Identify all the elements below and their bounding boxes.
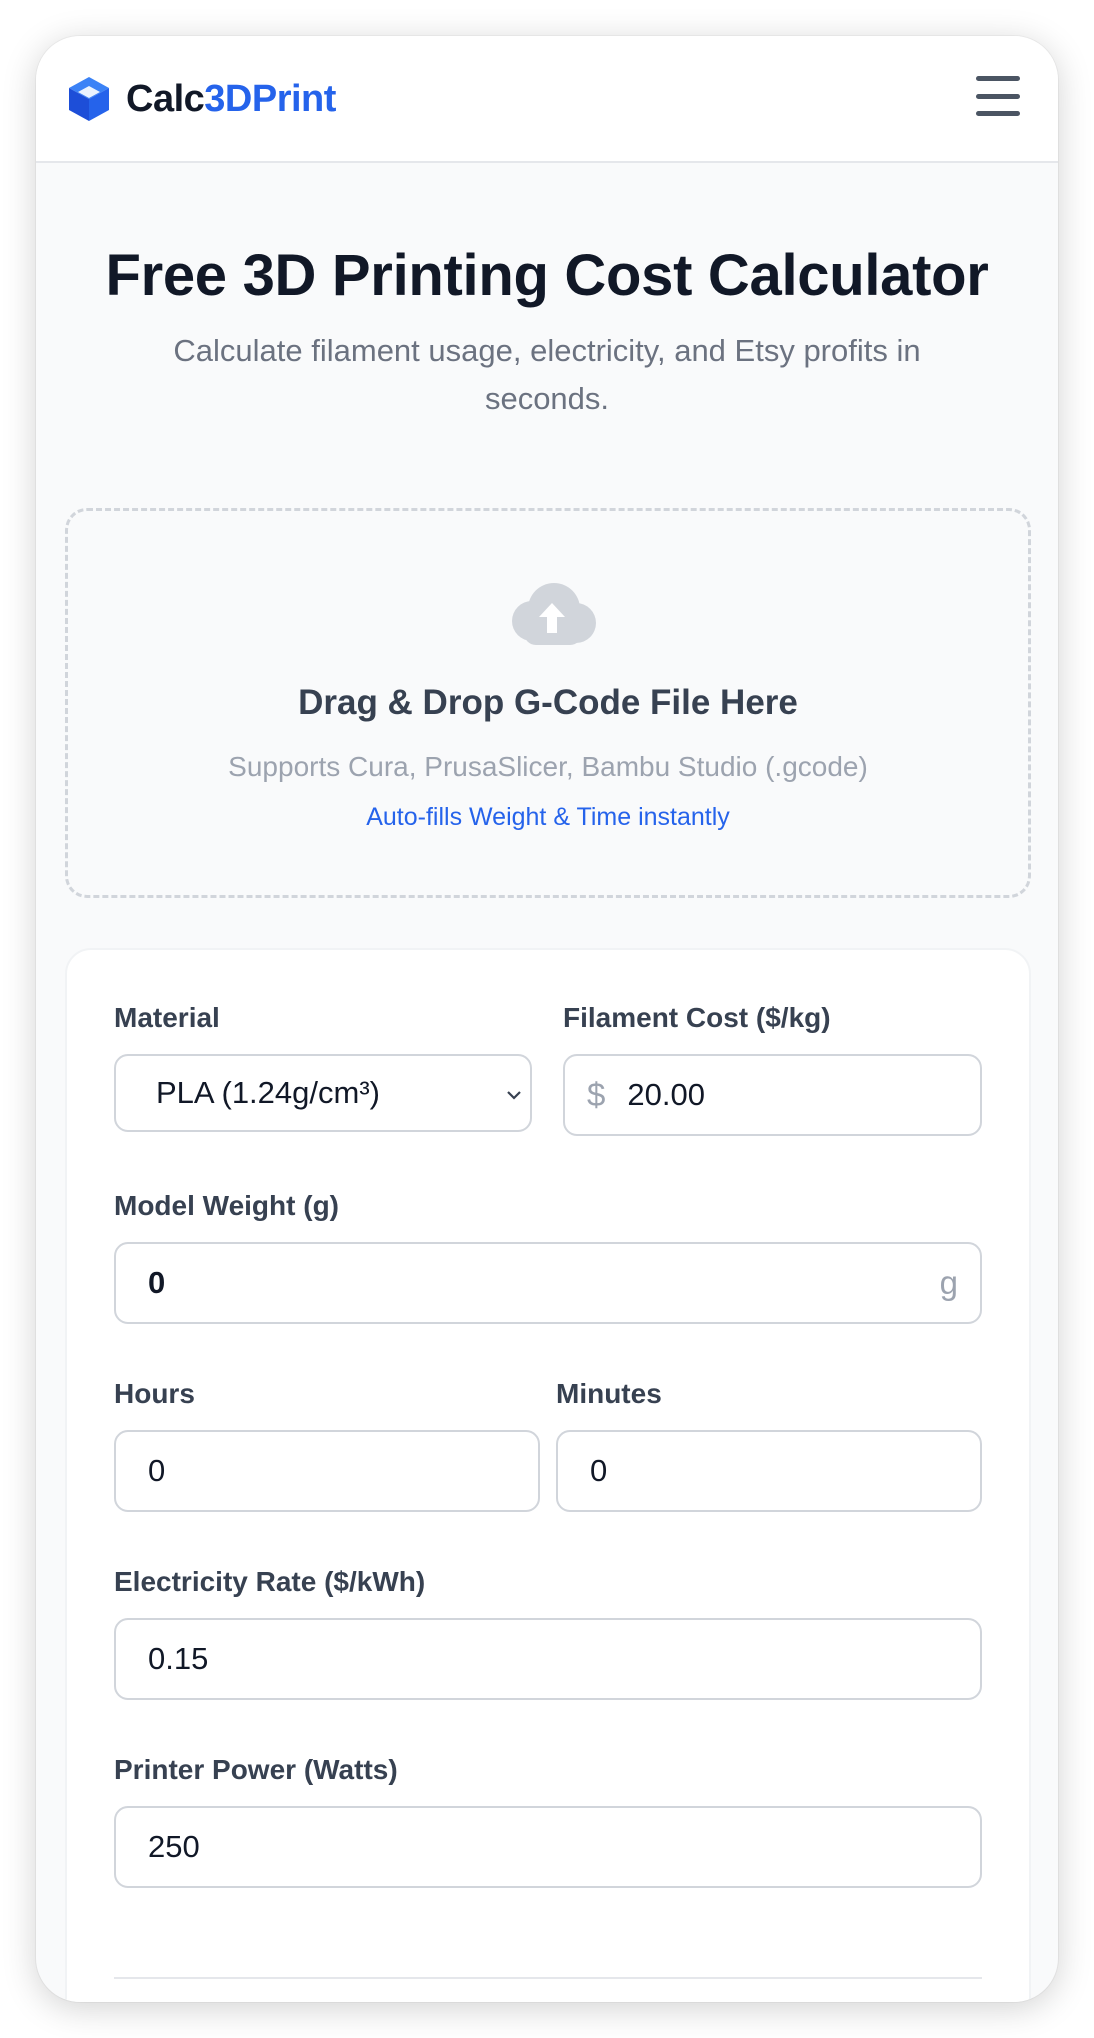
model-weight-label: Model Weight (g) bbox=[114, 1190, 339, 1221]
material-value: PLA (1.24g/cm³) bbox=[156, 1075, 380, 1110]
brand-logo[interactable]: Calc3DPrint bbox=[64, 74, 336, 124]
hours-value: 0 bbox=[148, 1453, 166, 1488]
model-weight-input[interactable]: 0 g bbox=[114, 1242, 982, 1324]
menu-bar bbox=[976, 93, 1020, 99]
printer-power-value: 250 bbox=[148, 1829, 200, 1864]
hamburger-menu-icon[interactable] bbox=[976, 76, 1020, 116]
minutes-label: Minutes bbox=[556, 1378, 662, 1409]
filament-cost-value: 20.00 bbox=[627, 1077, 705, 1112]
material-label: Material bbox=[114, 1002, 220, 1033]
hours-label: Hours bbox=[114, 1378, 195, 1409]
section-divider bbox=[114, 1977, 982, 1979]
menu-bar bbox=[976, 76, 1020, 81]
brand-name-part1: Calc bbox=[126, 77, 205, 120]
cloud-upload-icon bbox=[512, 583, 596, 645]
electricity-rate-label: Electricity Rate ($/kWh) bbox=[114, 1566, 426, 1597]
printer-power-input[interactable]: 250 bbox=[114, 1806, 982, 1888]
material-select[interactable]: PLA (1.24g/cm³) bbox=[114, 1054, 532, 1132]
page-title: Free 3D Printing Cost Calculator bbox=[105, 243, 989, 308]
filament-cost-label: Filament Cost ($/kg) bbox=[563, 1002, 831, 1033]
printer-power-label: Printer Power (Watts) bbox=[114, 1754, 398, 1785]
unit-suffix: g bbox=[939, 1264, 958, 1301]
hero-section: Free 3D Printing Cost Calculator Calcula… bbox=[36, 163, 1058, 423]
filament-cost-input[interactable]: $ 20.00 bbox=[563, 1054, 982, 1136]
minutes-value: 0 bbox=[590, 1453, 608, 1488]
brand-name: Calc3DPrint bbox=[126, 78, 336, 121]
model-weight-value: 0 bbox=[148, 1265, 166, 1300]
app-window: Calc3DPrint Free 3D Printing Cost Calcul… bbox=[36, 36, 1058, 2002]
dropzone-title: Drag & Drop G-Code File Here bbox=[298, 683, 798, 722]
top-navbar: Calc3DPrint bbox=[36, 36, 1058, 163]
page-subtitle: Calculate filament usage, electricity, a… bbox=[173, 332, 921, 416]
gcode-dropzone[interactable]: Drag & Drop G-Code File Here Supports Cu… bbox=[65, 508, 1031, 898]
brand-name-part2: 3DPrint bbox=[204, 77, 336, 120]
menu-bar bbox=[976, 111, 1020, 116]
chevron-down-icon bbox=[507, 1091, 521, 1100]
hours-input[interactable]: 0 bbox=[114, 1430, 540, 1512]
currency-prefix: $ bbox=[587, 1076, 606, 1113]
dropzone-subtitle: Supports Cura, PrusaSlicer, Bambu Studio… bbox=[228, 751, 868, 782]
minutes-input[interactable]: 0 bbox=[556, 1430, 982, 1512]
electricity-rate-input[interactable]: 0.15 bbox=[114, 1618, 982, 1700]
electricity-rate-value: 0.15 bbox=[148, 1641, 209, 1676]
calculator-card: Material PLA (1.24g/cm³) Filament Cost (… bbox=[65, 948, 1031, 2002]
dropzone-hint: Auto-fills Weight & Time instantly bbox=[366, 803, 730, 831]
cube-icon bbox=[69, 77, 109, 121]
